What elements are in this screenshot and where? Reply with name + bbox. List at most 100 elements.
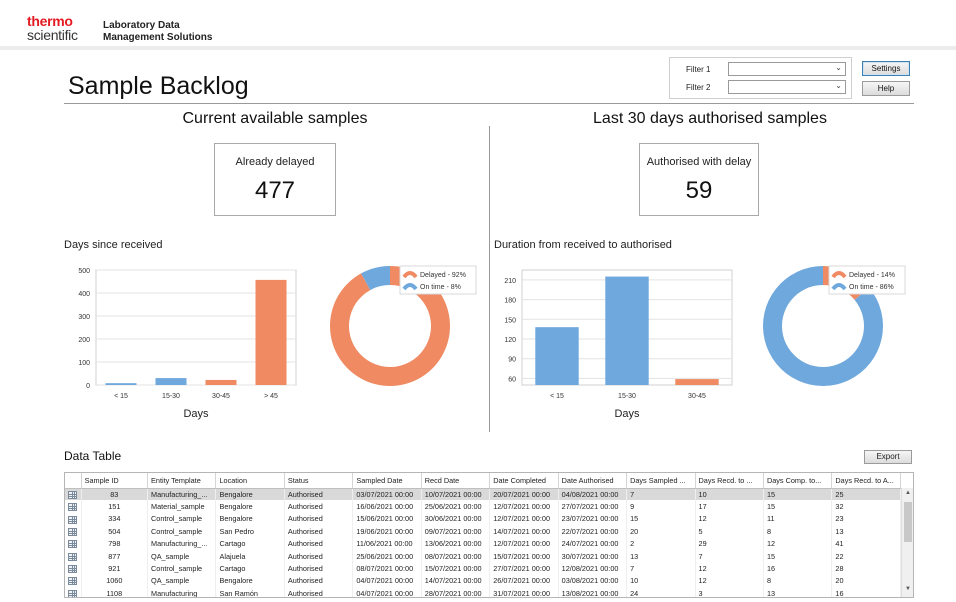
table-cell: Manufacturing_... bbox=[147, 488, 217, 501]
table-cell: 8 bbox=[763, 574, 833, 588]
donut-chart-authorised: Delayed - 14% On time - 86% bbox=[763, 265, 906, 386]
x-axis-label: Days bbox=[183, 408, 209, 420]
table-row[interactable]: 798 Manufacturing_... Cartago Authorised 11/… bbox=[65, 537, 901, 550]
table-cell: 12/08/2021 00:00 bbox=[558, 562, 628, 575]
row-grid-icon[interactable] bbox=[65, 562, 82, 575]
table-cell: 13 bbox=[626, 549, 696, 563]
right-section-title: Last 30 days authorised samples bbox=[593, 110, 827, 127]
top-bar: thermo scientific Laboratory Data Manage… bbox=[0, 0, 956, 46]
scroll-up-icon[interactable]: ▲ bbox=[902, 490, 913, 500]
table-cell: 7 bbox=[695, 549, 764, 563]
data-table: Sample ID Entity Template Location Status Sa… bbox=[64, 472, 914, 598]
legend-label: On time - 8% bbox=[420, 284, 461, 291]
table-cell: 25/06/2021 00:00 bbox=[352, 549, 422, 563]
row-grid-icon[interactable] bbox=[65, 587, 82, 597]
table-row[interactable]: 1108 Manufacturing San Ramón Authorised 04/0… bbox=[65, 587, 901, 597]
table-cell: 13/08/2021 00:00 bbox=[558, 587, 628, 597]
filter2-select[interactable]: ⌄ bbox=[728, 80, 846, 94]
row-grid-icon[interactable] bbox=[65, 525, 82, 538]
scroll-down-icon[interactable]: ▼ bbox=[902, 586, 913, 596]
table-row[interactable]: 877 QA_sample Alajuela Authorised 25/06/2021… bbox=[65, 549, 901, 563]
table-row[interactable]: 504 Control_sample San Pedro Authorised 19/0… bbox=[65, 525, 901, 538]
column-header[interactable]: Recd Date bbox=[421, 473, 491, 489]
scroll-thumb[interactable] bbox=[904, 502, 912, 542]
table-cell: 1060 bbox=[81, 574, 149, 588]
chevron-down-icon[interactable]: ⌄ bbox=[835, 63, 842, 72]
table-cell: 27/07/2021 00:00 bbox=[489, 562, 559, 575]
table-cell: Bengalore bbox=[215, 512, 285, 526]
filter1-label: Filter 1 bbox=[686, 65, 711, 74]
column-header[interactable]: Date Authorised bbox=[558, 473, 628, 489]
left-section-title: Current available samples bbox=[182, 110, 368, 127]
row-grid-icon[interactable] bbox=[65, 512, 82, 526]
column-header[interactable]: Days Comp. to... bbox=[763, 473, 833, 489]
grid-icon bbox=[68, 589, 78, 597]
chevron-down-icon[interactable]: ⌄ bbox=[835, 81, 842, 90]
column-header[interactable]: Days Recd. to A... bbox=[831, 473, 901, 489]
column-header[interactable]: Date Completed bbox=[489, 473, 559, 489]
chart-title-days-since-received: Days since received bbox=[64, 239, 163, 251]
grid-icon bbox=[68, 565, 78, 574]
filter1-select[interactable]: ⌄ bbox=[728, 62, 846, 76]
column-header[interactable]: Days Sampled ... bbox=[626, 473, 696, 489]
column-header[interactable]: Sample ID bbox=[81, 473, 149, 489]
row-grid-icon[interactable] bbox=[65, 488, 82, 501]
table-row[interactable]: 1060 QA_sample Bengalore Authorised 04/07/20… bbox=[65, 574, 901, 588]
table-cell: Alajuela bbox=[215, 549, 285, 563]
brand-logo-scientific: scientific bbox=[27, 27, 78, 43]
legend-label: On time - 86% bbox=[849, 284, 894, 291]
table-cell: Manufacturing_... bbox=[147, 537, 217, 550]
y-tick-label: 500 bbox=[78, 268, 90, 275]
table-row[interactable]: 83 Manufacturing_... Bengalore Authorised 03… bbox=[65, 488, 901, 501]
table-cell: 20 bbox=[831, 574, 901, 588]
column-header[interactable]: Status bbox=[284, 473, 354, 489]
settings-button[interactable]: Settings bbox=[862, 61, 910, 76]
table-scrollbar[interactable]: ▲ ▼ bbox=[901, 488, 913, 597]
chart-title-duration: Duration from received to authorised bbox=[494, 239, 672, 251]
column-header[interactable]: Days Recd. to ... bbox=[695, 473, 764, 489]
row-grid-icon[interactable] bbox=[65, 549, 82, 563]
table-cell: 30/06/2021 00:00 bbox=[421, 512, 491, 526]
help-button[interactable]: Help bbox=[862, 81, 910, 96]
x-tick-label: < 15 bbox=[550, 393, 564, 400]
y-tick-label: 200 bbox=[78, 337, 90, 344]
row-grid-icon[interactable] bbox=[65, 537, 82, 550]
grid-icon bbox=[68, 540, 78, 549]
table-cell: 13/06/2021 00:00 bbox=[421, 537, 491, 550]
grid-icon bbox=[68, 515, 78, 524]
table-cell: Control_sample bbox=[147, 525, 217, 538]
table-row[interactable]: 921 Control_sample Cartago Authorised 08/07/… bbox=[65, 562, 901, 575]
column-header[interactable]: Sampled Date bbox=[352, 473, 422, 489]
table-cell: 504 bbox=[81, 525, 149, 538]
table-cell: 25/06/2021 00:00 bbox=[421, 500, 491, 513]
table-cell: 798 bbox=[81, 537, 149, 550]
table-cell: Manufacturing bbox=[147, 587, 217, 597]
export-button[interactable]: Export bbox=[864, 450, 912, 464]
table-cell: 15/06/2021 00:00 bbox=[352, 512, 422, 526]
table-cell: 12 bbox=[695, 574, 764, 588]
table-cell: Cartago bbox=[215, 562, 285, 575]
row-grid-icon[interactable] bbox=[65, 500, 82, 513]
table-row[interactable]: 151 Material_sample Bengalore Authorised 16/… bbox=[65, 500, 901, 513]
row-grid-icon[interactable] bbox=[65, 574, 82, 588]
table-cell: 04/07/2021 00:00 bbox=[352, 574, 422, 588]
column-header[interactable]: Entity Template bbox=[147, 473, 217, 489]
table-cell: 11 bbox=[763, 512, 833, 526]
bar-chart-days-since-received: 0 100 200 300 400 500 < 15 15-30 30-45 > 45 Days bbox=[78, 268, 297, 420]
y-tick-label: 150 bbox=[504, 317, 516, 324]
table-cell: Material_sample bbox=[147, 500, 217, 513]
column-header[interactable]: Location bbox=[215, 473, 285, 489]
table-row[interactable]: 334 Control_sample Bengalore Authorised 15/0… bbox=[65, 512, 901, 526]
table-cell: 13 bbox=[763, 587, 833, 597]
grid-icon bbox=[68, 527, 78, 536]
table-cell: 20 bbox=[626, 525, 696, 538]
table-cell: 9 bbox=[626, 500, 696, 513]
table-cell: 04/08/2021 00:00 bbox=[558, 488, 628, 501]
page-title: Sample Backlog bbox=[68, 72, 249, 100]
table-cell: 921 bbox=[81, 562, 149, 575]
table-cell: 26/07/2021 00:00 bbox=[489, 574, 559, 588]
bar bbox=[255, 279, 287, 385]
bar bbox=[675, 379, 719, 385]
table-cell: Authorised bbox=[284, 488, 354, 501]
table-cell: 16 bbox=[831, 587, 901, 597]
